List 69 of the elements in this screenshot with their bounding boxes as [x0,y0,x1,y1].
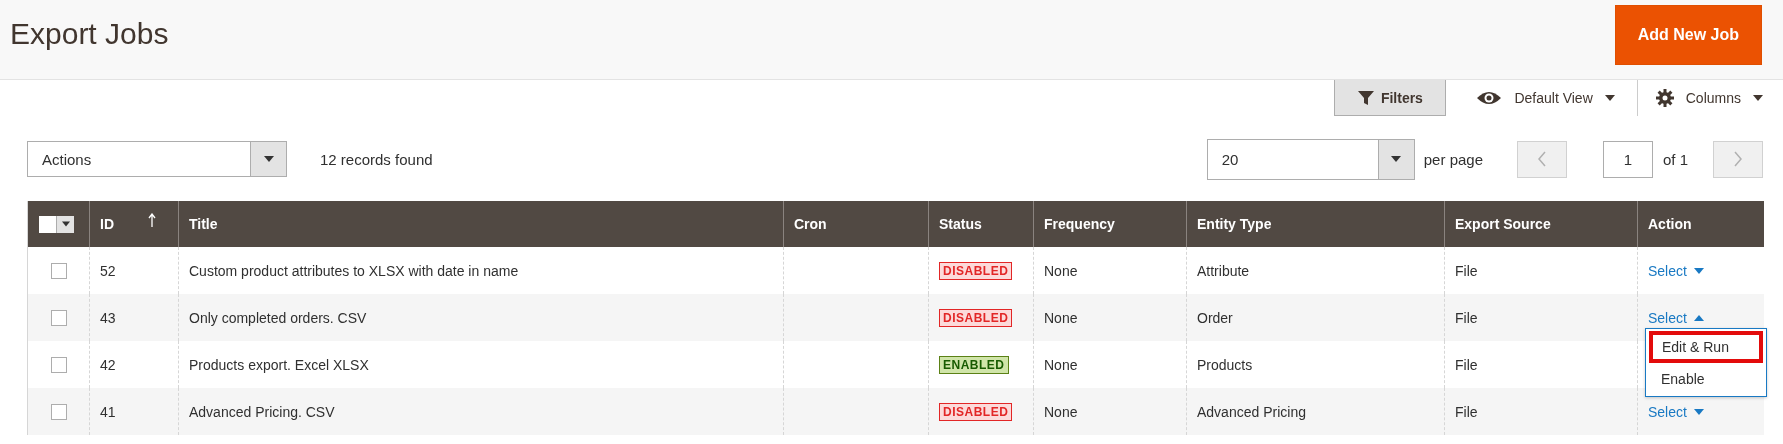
column-header[interactable]: Entity Type [1186,201,1444,247]
records-count: 12 records found [320,150,433,168]
per-page-dropdown[interactable]: 20 [1206,138,1415,180]
filters-button[interactable]: Filters [1334,80,1447,116]
chevron-right-icon [1733,151,1743,167]
row-checkbox[interactable] [50,403,67,420]
table-cell: Advanced Pricing [1197,403,1306,420]
row-checkbox[interactable] [50,309,67,326]
page-count: of 1 [1663,150,1690,168]
table-cell: None [1044,356,1078,373]
page-number-field[interactable]: 1 [1603,140,1653,178]
status-badge: DISABLED [939,308,1013,327]
column-header[interactable]: ID [89,201,178,247]
page-title: Export Jobs [10,16,169,51]
status-badge: DISABLED [939,402,1013,421]
table-cell: Products export. Excel XLSX [189,356,369,373]
previous-page-button[interactable] [1517,140,1567,178]
caret-down-icon [1693,267,1704,274]
column-header[interactable]: Action [1637,201,1764,247]
filter-icon [1357,89,1374,106]
table-cell: 52 [100,262,116,279]
table-cell: None [1044,403,1078,420]
row-checkbox[interactable] [50,356,67,373]
table-cell: Products [1197,356,1253,373]
row-checkbox[interactable] [50,262,67,279]
columns-dropdown[interactable]: Columns [1655,80,1763,116]
add-new-job-button[interactable]: Add New Job [1614,4,1762,65]
chevron-left-icon [1537,151,1547,167]
table-cell: Advanced Pricing. CSV [189,403,335,420]
table-cell: File [1455,309,1478,326]
table-cell: 43 [100,309,116,326]
sort-arrow-icon [148,213,156,227]
column-header[interactable]: Cron [783,201,928,247]
caret-down-icon [1604,95,1615,101]
caret-down-icon [1753,95,1763,101]
table-cell: 41 [100,403,116,420]
mass-select-checkbox[interactable] [39,215,74,233]
table-cell: File [1455,262,1478,279]
table-cell: File [1455,403,1478,420]
eye-icon [1476,90,1503,106]
caret-up-icon [1693,314,1704,321]
next-page-button[interactable] [1713,140,1763,178]
table-cell: Custom product attributes to XLSX with date in name [189,262,519,279]
default-view-dropdown[interactable]: Default View [1476,80,1615,116]
gear-icon [1655,89,1674,107]
menu-item[interactable]: Edit & Run [1649,331,1763,363]
table-cell: Order [1197,309,1233,326]
table-cell: None [1044,309,1078,326]
column-header[interactable]: Frequency [1033,201,1186,247]
menu-item[interactable]: Enable [1649,363,1763,395]
column-header[interactable]: Status [928,201,1033,247]
table-cell: File [1455,356,1478,373]
caret-down-icon [1693,408,1704,415]
actions-dropdown[interactable]: Actions [27,141,287,177]
select-action-link[interactable]: Select [1648,262,1704,279]
per-page-label: per page [1423,150,1483,168]
status-badge: ENABLED [939,355,1009,374]
table-cell: Attribute [1197,262,1250,279]
select-action-link[interactable]: Select [1648,403,1704,420]
table-cell: 42 [100,356,116,373]
column-header[interactable]: Title [178,201,783,247]
table-cell: None [1044,262,1078,279]
caret-down-icon [61,221,70,227]
select-action-link[interactable]: Select [1648,309,1704,326]
caret-down-icon [1391,156,1402,162]
status-badge: DISABLED [939,261,1013,280]
table-cell: Only completed orders. CSV [189,309,367,326]
caret-down-icon [263,156,274,162]
column-header[interactable]: Export Source [1444,201,1637,247]
